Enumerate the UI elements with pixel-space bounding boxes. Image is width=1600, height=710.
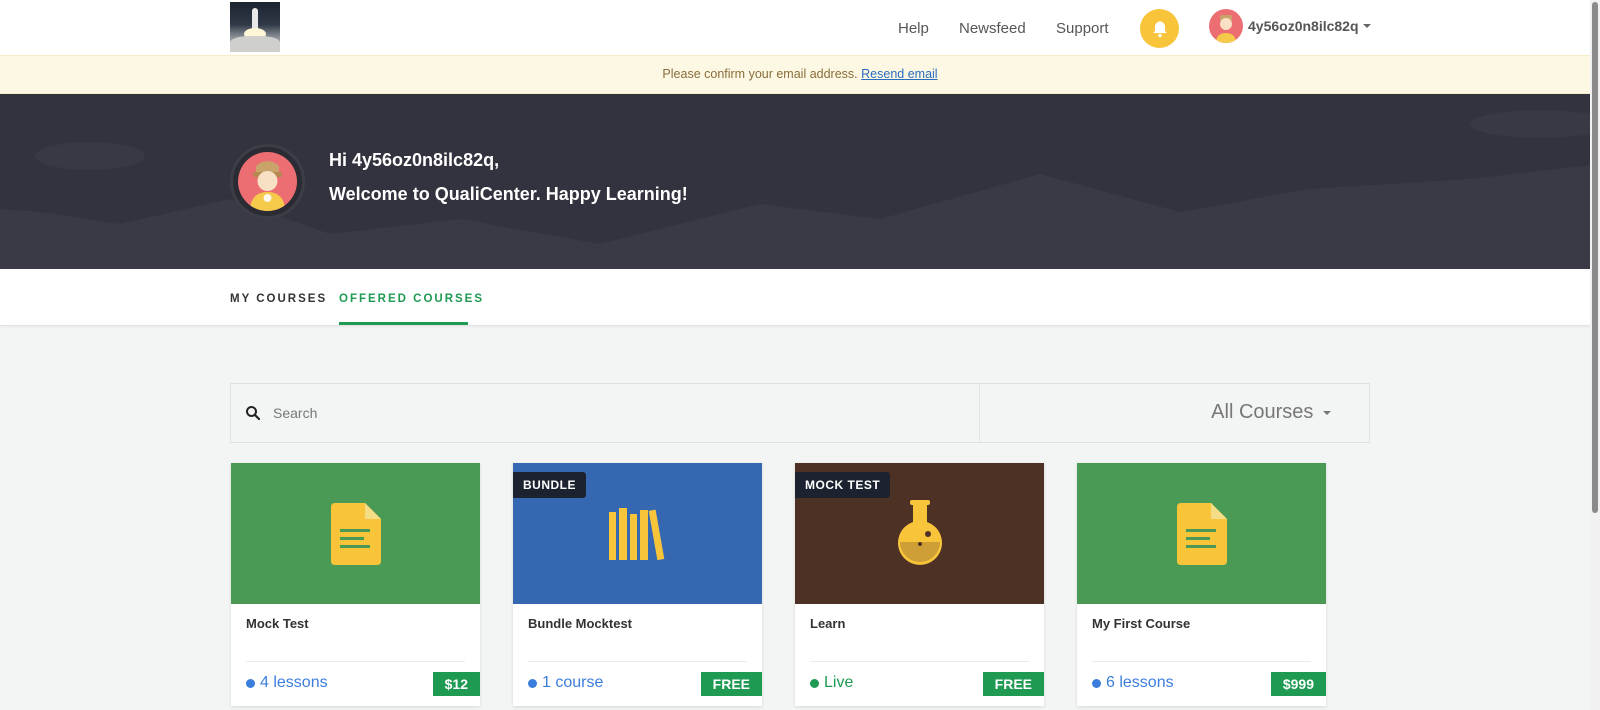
greeting-text: Hi 4y56oz0n8ilc82q,	[329, 150, 500, 170]
email-confirm-alert: Please confirm your email address. Resen…	[0, 55, 1600, 94]
course-meta: 4 lessons	[246, 674, 328, 692]
course-meta-label: 4 lessons	[260, 674, 328, 691]
document-icon	[1176, 502, 1227, 565]
page-scrollbar[interactable]	[1590, 0, 1600, 710]
chevron-down-icon	[1362, 24, 1371, 28]
filter-label: All Courses	[1211, 401, 1314, 423]
search-icon	[246, 406, 261, 421]
course-meta-label: 1 course	[542, 674, 604, 691]
site-logo[interactable]	[230, 2, 280, 52]
tab-my-courses[interactable]: MY COURSES	[230, 293, 327, 305]
course-thumbnail	[231, 463, 480, 604]
course-meta-label: Live	[824, 674, 854, 691]
notifications-button[interactable]	[1140, 9, 1179, 48]
status-dot	[528, 678, 537, 688]
nav-link-newsfeed[interactable]: Newsfeed	[959, 20, 1026, 37]
course-card[interactable]: BUNDLE Bundle Mocktest 1 course FREE	[513, 463, 762, 706]
status-dot	[1092, 678, 1101, 688]
chevron-down-icon	[1323, 410, 1331, 415]
course-filter-dropdown[interactable]: All Courses	[1211, 401, 1331, 424]
course-type-badge: MOCK TEST	[795, 472, 891, 498]
price-badge: FREE	[982, 672, 1044, 696]
status-dot	[810, 678, 819, 688]
status-dot	[246, 678, 255, 688]
course-thumbnail	[1077, 463, 1326, 604]
course-card[interactable]: MOCK TEST Learn Live FREE	[795, 463, 1044, 706]
active-tab-indicator	[339, 322, 468, 325]
document-icon	[330, 502, 381, 565]
price-badge: FREE	[700, 672, 762, 696]
top-navbar: Help Newsfeed Support 4y56oz0n8ilc82q	[0, 0, 1600, 55]
user-menu-dropdown[interactable]: 4y56oz0n8ilc82q	[1209, 8, 1371, 44]
price-badge: $12	[432, 672, 480, 696]
course-card[interactable]: Mock Test 4 lessons $12	[231, 463, 480, 706]
course-title: My First Course	[1092, 616, 1191, 631]
profile-avatar	[230, 144, 305, 219]
books-icon	[608, 507, 664, 560]
course-meta: 6 lessons	[1092, 674, 1174, 692]
welcome-text: Welcome to QualiCenter. Happy Learning!	[329, 184, 688, 204]
price-badge: $999	[1270, 672, 1326, 696]
nav-link-help[interactable]: Help	[898, 20, 929, 37]
course-title: Bundle Mocktest	[528, 616, 633, 631]
username-label: 4y56oz0n8ilc82q	[1248, 18, 1359, 34]
tab-offered-courses[interactable]: OFFERED COURSES	[339, 293, 484, 305]
bell-icon	[1152, 21, 1167, 37]
alert-message: Please confirm your email address.	[662, 67, 858, 81]
course-search-bar: All Courses	[230, 383, 1370, 443]
course-meta: Live	[810, 674, 853, 692]
nav-link-support[interactable]: Support	[1056, 20, 1109, 37]
scrollbar-thumb[interactable]	[1592, 2, 1598, 513]
course-meta-label: 6 lessons	[1106, 674, 1174, 691]
search-divider	[979, 384, 980, 442]
flask-icon	[897, 499, 942, 565]
welcome-hero: Hi 4y56oz0n8ilc82q, Welcome to QualiCent…	[0, 94, 1600, 269]
course-tabs: MY COURSES OFFERED COURSES	[0, 269, 1600, 326]
resend-email-link[interactable]: Resend email	[861, 67, 937, 81]
course-type-badge: BUNDLE	[513, 472, 586, 498]
avatar	[1209, 9, 1243, 43]
course-title: Mock Test	[246, 616, 309, 631]
course-meta: 1 course	[528, 674, 603, 692]
search-input[interactable]	[273, 398, 963, 428]
course-title: Learn	[810, 616, 846, 631]
course-card[interactable]: My First Course 6 lessons $999	[1077, 463, 1326, 706]
